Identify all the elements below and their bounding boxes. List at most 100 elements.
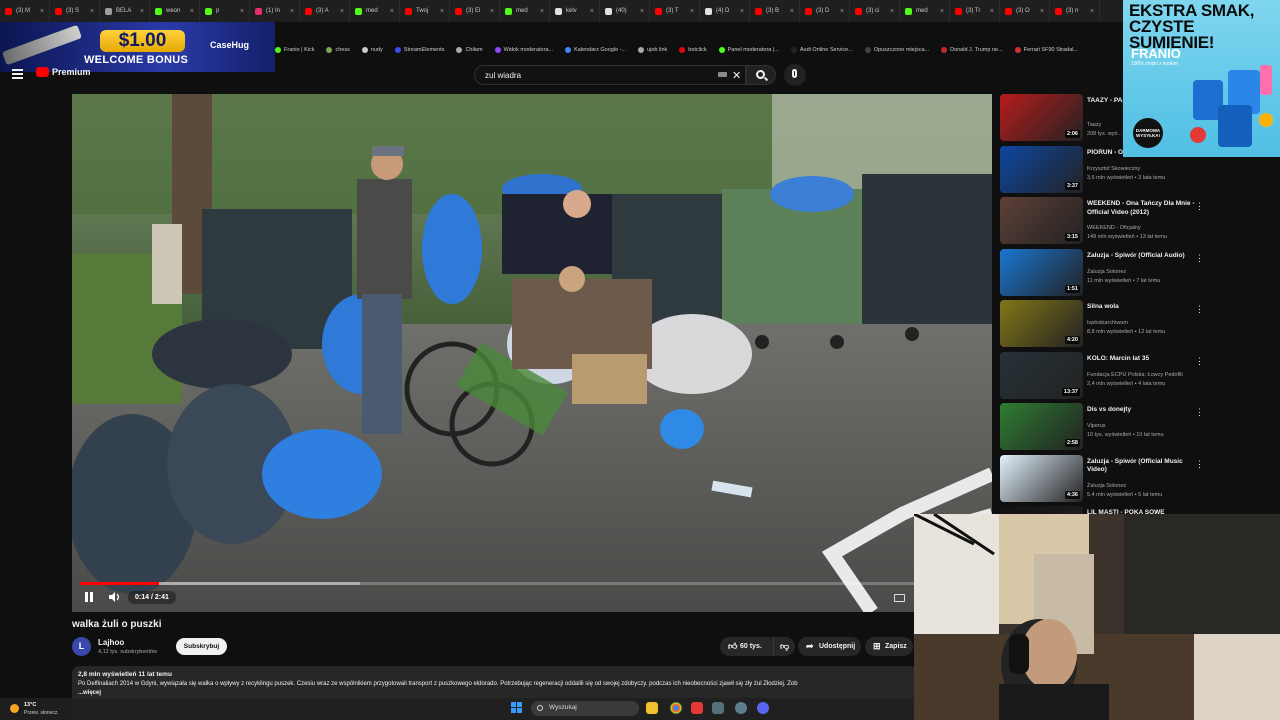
video-thumbnail[interactable]: 3:37 [1000,145,1083,193]
video-thumbnail[interactable] [1000,506,1083,514]
browser-tab[interactable]: med × [500,0,550,22]
tab-close-icon[interactable]: × [390,8,394,15]
tab-close-icon[interactable]: × [990,8,994,15]
video-thumbnail[interactable]: 4:36 [1000,454,1083,502]
tab-close-icon[interactable]: × [40,8,44,15]
browser-tab[interactable]: med × [350,0,400,22]
save-button[interactable]: ⊞ Zapisz [865,637,913,656]
tab-close-icon[interactable]: × [890,8,894,15]
browser-tab[interactable]: p × [200,0,250,22]
tab-close-icon[interactable]: × [90,8,94,15]
keyboard-icon[interactable] [718,72,727,77]
search-button[interactable] [746,65,776,85]
youtube-logo[interactable]: Premium [36,67,91,77]
browser-tab[interactable]: (3) S × [50,0,100,22]
tab-close-icon[interactable]: × [640,8,644,15]
browser-tab[interactable]: (1) In × [250,0,300,22]
more-options-icon[interactable]: ⋮ [1195,253,1204,264]
bookmark-item[interactable]: Kalendarz Google -... [565,47,626,53]
bookmark-item[interactable]: chess [326,47,350,53]
tab-close-icon[interactable]: × [840,8,844,15]
hamburger-menu-icon[interactable] [12,69,23,79]
show-more-link[interactable]: ...więcej [78,690,912,696]
recommendation-channel[interactable]: Taazy [1087,122,1101,128]
recommendation-channel[interactable]: tvplodzarchiwum [1087,320,1128,326]
video-thumbnail[interactable]: 3:15 [1000,197,1083,244]
browser-tab[interactable]: (3) Tr × [950,0,1000,22]
bookmark-item[interactable]: Ferrari SF90 Stradal... [1014,47,1078,53]
clear-search-icon[interactable]: ✕ [732,69,741,82]
bookmark-item[interactable]: Chiłam [456,47,483,53]
recommendation-channel[interactable]: Krzysztof Skowieczny [1087,166,1140,172]
tab-close-icon[interactable]: × [290,8,294,15]
bookmark-item[interactable]: StreamElements [394,47,444,53]
like-button[interactable]: 👍︎ 60 tys. [720,637,773,656]
tab-close-icon[interactable]: × [740,8,744,15]
windows-start-icon[interactable] [511,702,523,714]
browser-tab[interactable]: (3) O × [1000,0,1050,22]
browser-tab[interactable]: (3) El × [450,0,500,22]
recommendation-item[interactable]: 3:15 WEEKEND - Ona Tańczy Dla Mnie - Offi… [998,197,1204,247]
volume-icon[interactable] [109,592,121,602]
settings-gear-icon[interactable] [735,702,747,714]
tab-close-icon[interactable]: × [540,8,544,15]
tab-close-icon[interactable]: × [190,8,194,15]
bookmark-item[interactable]: Panel moderatora |... [718,47,779,53]
bookmark-item[interactable]: nudy [361,47,383,53]
video-thumbnail[interactable]: 4:20 [1000,300,1083,347]
tab-close-icon[interactable]: × [140,8,144,15]
bookmark-item[interactable]: Audi Online Service... [790,47,853,53]
chrome-icon[interactable] [670,702,682,714]
recommendation-item[interactable]: 13:37 KOLO: Marcin lat 35 Fundacja ECPU Po… [998,351,1204,402]
captions-icon[interactable] [894,594,905,602]
browser-tab[interactable]: (3) n × [1050,0,1100,22]
more-options-icon[interactable]: ⋮ [1195,201,1204,212]
tab-close-icon[interactable]: × [790,8,794,15]
tab-close-icon[interactable]: × [240,8,244,15]
app-window-icon[interactable] [712,702,724,714]
more-options-icon[interactable]: ⋮ [1195,304,1204,315]
recommendation-channel[interactable]: Fundacja ECPU Polska: Łowcy Pedofili [1087,372,1183,378]
bookmark-item[interactable]: Widok moderatora... [494,47,553,53]
video-thumbnail[interactable]: 1:51 [1000,248,1083,296]
browser-tab[interactable]: Twoj × [400,0,450,22]
browser-tab[interactable]: (4) D × [700,0,750,22]
video-player[interactable]: 0:14 / 2:41 [72,94,992,612]
recommendation-title[interactable]: KOLO: Marcin lat 35 [1087,355,1195,364]
browser-tab[interactable]: (3) A × [300,0,350,22]
subscribe-button[interactable]: Subskrybuj [176,638,227,655]
recommendation-channel[interactable]: WEEKEND - Oficjalny [1087,225,1141,231]
recommendation-item[interactable]: 4:36 Żaluzja - Śpiwór (Official Music Vid… [998,454,1204,505]
recommendation-item[interactable]: 1:51 Zaluzja - Śpiwór (Official Audio) Żal… [998,248,1204,299]
search-input[interactable]: zul wiadra [474,65,746,85]
browser-tab[interactable]: (3) T × [650,0,700,22]
tab-close-icon[interactable]: × [440,8,444,15]
dislike-button[interactable]: 👎︎ [773,637,795,656]
progress-bar[interactable] [80,582,984,585]
recommendation-title[interactable]: WEEKEND - Ona Tańczy Dla Mnie - Official… [1087,200,1195,217]
tab-close-icon[interactable]: × [1090,8,1094,15]
browser-tab[interactable]: (40) × [600,0,650,22]
browser-tab[interactable]: kelv × [550,0,600,22]
more-options-icon[interactable]: ⋮ [1195,407,1204,418]
browser-tab[interactable]: BELA × [100,0,150,22]
browser-tab[interactable]: (3) M × [0,0,50,22]
tab-close-icon[interactable]: × [690,8,694,15]
bookmark-item[interactable]: Franio | Kick [275,47,314,53]
video-thumbnail[interactable]: 13:37 [1000,351,1083,399]
bookmark-item[interactable]: betclick [679,47,707,53]
recommendation-title[interactable]: Żaluzja - Śpiwór (Official Music Video) [1087,458,1195,475]
discord-icon[interactable] [757,702,769,714]
video-thumbnail[interactable]: 2:58 [1000,403,1083,450]
bookmark-item[interactable]: ujeb link [638,47,667,53]
browser-tab[interactable]: weon × [150,0,200,22]
tab-close-icon[interactable]: × [340,8,344,15]
file-explorer-icon[interactable] [646,702,658,714]
bookmark-item[interactable]: Donald J. Trump ne... [941,47,1003,53]
recommendation-item[interactable]: LIL MASTI - POKA SOWE [998,506,1204,514]
recommendation-item[interactable]: 4:20 Silna wola tvplodzarchiwum 8,8 mln wyś… [998,300,1204,350]
tab-close-icon[interactable]: × [490,8,494,15]
recommendation-title[interactable]: Zaluzja - Śpiwór (Official Audio) [1087,252,1195,261]
video-thumbnail[interactable]: 2:06 [1000,94,1083,141]
browser-tab[interactable]: (3) D × [800,0,850,22]
